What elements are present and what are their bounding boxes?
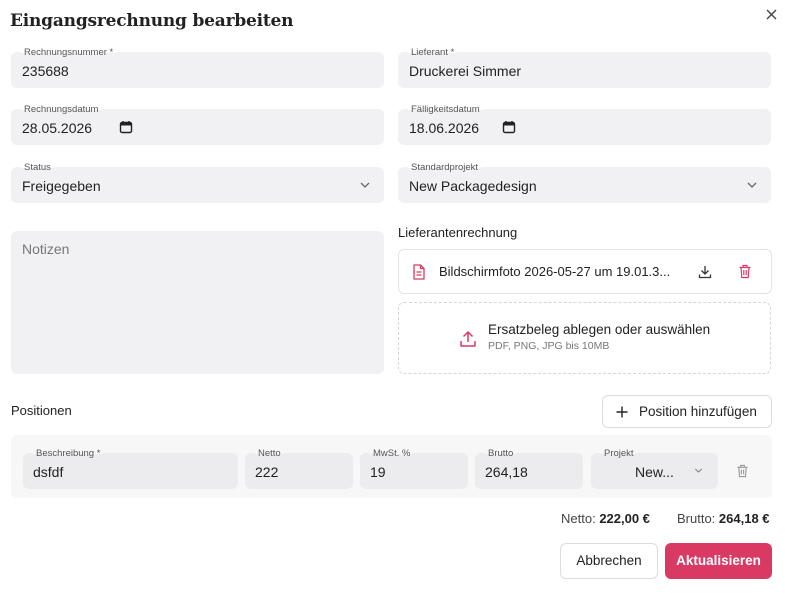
supplier-field[interactable]: Lieferant * Druckerei Simmer	[398, 47, 771, 88]
status-value: Freigegeben	[22, 178, 101, 194]
position-vat-field[interactable]: MwSt. % 19	[360, 448, 468, 489]
attached-file-name: Bildschirmfoto 2026-05-27 um 19.01.3...	[439, 264, 671, 279]
dialog-title: Eingangsrechnung bearbeiten	[10, 11, 294, 31]
default-project-select[interactable]: Standardprojekt New Packagedesign	[398, 162, 771, 203]
position-row: Beschreibung * dsfdf Netto 222 MwSt. % 1…	[11, 435, 772, 498]
add-position-label: Position hinzufügen	[639, 404, 757, 419]
net-total-value: 222,00 €	[599, 511, 650, 526]
position-gross-value: 264,18	[485, 464, 528, 480]
invoice-date-value: 28.05.2026	[22, 120, 93, 136]
trash-icon[interactable]	[738, 264, 752, 279]
invoice-number-value: 235688	[22, 63, 69, 79]
position-project-label: Projekt	[601, 448, 637, 460]
chevron-down-icon	[747, 182, 757, 188]
gross-total-value: 264,18 €	[718, 511, 770, 526]
add-position-button[interactable]: Position hinzufügen	[602, 395, 772, 428]
chevron-down-icon	[360, 182, 370, 188]
dropzone-title: Ersatzbeleg ablegen oder auswählen	[488, 322, 711, 337]
due-date-value: 18.06.2026	[409, 120, 480, 136]
supplier-value: Druckerei Simmer	[409, 63, 522, 79]
positions-heading: Positionen	[11, 403, 72, 418]
replacement-dropzone[interactable]: Ersatzbeleg ablegen oder auswählen PDF, …	[398, 302, 771, 374]
gross-total: Brutto: 264,18 €	[677, 511, 770, 526]
position-project-value: New...	[635, 464, 674, 480]
position-net-field[interactable]: Netto 222	[245, 448, 353, 489]
position-description-value: dsfdf	[33, 464, 64, 480]
calendar-icon[interactable]	[502, 120, 516, 134]
position-gross-field[interactable]: Brutto 264,18	[475, 448, 583, 489]
close-button[interactable]	[761, 4, 781, 24]
net-total: Netto: 222,00 €	[561, 511, 650, 526]
notes-placeholder: Notizen	[22, 241, 70, 257]
position-project-select[interactable]: Projekt New...	[591, 448, 718, 489]
net-total-label: Netto:	[561, 511, 596, 526]
due-date-field[interactable]: Fälligkeitsdatum 18.06.2026	[398, 104, 771, 145]
trash-icon[interactable]	[736, 464, 749, 478]
notes-textarea[interactable]: Notizen	[11, 231, 384, 374]
close-icon	[766, 9, 776, 19]
invoice-date-field[interactable]: Rechnungsdatum 28.05.2026	[11, 104, 384, 145]
position-net-value: 222	[255, 464, 279, 480]
default-project-value: New Packagedesign	[409, 178, 537, 194]
calendar-icon[interactable]	[119, 120, 133, 134]
invoice-number-field[interactable]: Rechnungsnummer * 235688	[11, 47, 384, 88]
update-label: Aktualisieren	[676, 553, 761, 568]
upload-icon	[460, 331, 476, 347]
gross-total-label: Brutto:	[677, 511, 716, 526]
cancel-button[interactable]: Abbrechen	[560, 543, 658, 579]
download-icon[interactable]	[698, 265, 712, 279]
supplier-invoice-heading: Lieferantenrechnung	[398, 225, 518, 240]
position-description-field[interactable]: Beschreibung * dsfdf	[23, 448, 238, 489]
attached-file[interactable]: Bildschirmfoto 2026-05-27 um 19.01.3...	[398, 249, 772, 294]
file-icon	[413, 264, 425, 280]
update-button[interactable]: Aktualisieren	[665, 543, 772, 579]
dropzone-hint: PDF, PNG, JPG bis 10MB	[488, 340, 610, 352]
position-vat-value: 19	[370, 464, 386, 480]
status-select[interactable]: Status Freigegeben	[11, 162, 384, 203]
chevron-down-icon	[694, 468, 703, 473]
cancel-label: Abbrechen	[576, 553, 642, 568]
plus-icon	[616, 406, 628, 418]
